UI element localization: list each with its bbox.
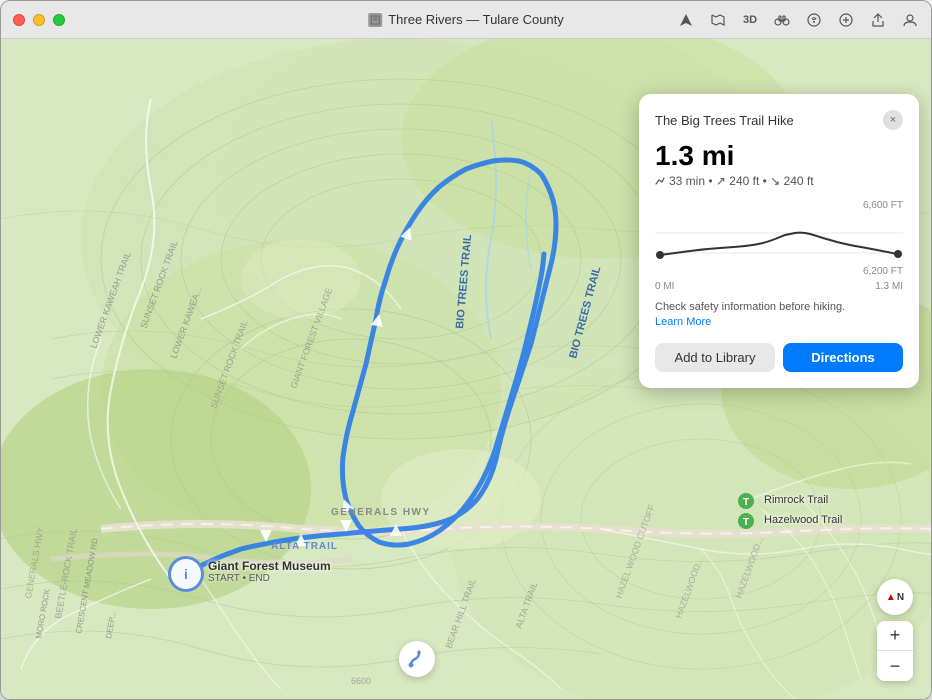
minimize-button[interactable] <box>33 14 45 26</box>
zoom-controls: + − <box>877 621 913 681</box>
hazelwood-trail-label[interactable]: Hazelwood Trail <box>764 514 842 526</box>
trail-info-card: The Big Trees Trail Hike × 1.3 mi 33 min… <box>639 94 919 388</box>
trail-stats: 33 min • ↗ 240 ft • ↘ 240 ft <box>655 174 903 188</box>
svg-text:T: T <box>743 517 749 528</box>
learn-more-link[interactable]: Learn More <box>655 316 711 328</box>
traffic-lights <box>13 14 65 26</box>
card-header: The Big Trees Trail Hike × <box>655 110 903 130</box>
zoom-out-button[interactable]: − <box>877 651 913 681</box>
titlebar-actions: 3D <box>677 11 919 29</box>
rimrock-trail-label[interactable]: Rimrock Trail <box>764 494 828 506</box>
zoom-in-button[interactable]: + <box>877 621 913 651</box>
svg-text:6600: 6600 <box>351 676 371 686</box>
titlebar: Three Rivers — Tulare County 3D <box>1 1 931 39</box>
trail-distance: 1.3 mi <box>655 140 903 172</box>
poi-subtitle: START • END <box>208 573 331 584</box>
elevation-svg <box>655 213 903 268</box>
close-button[interactable] <box>13 14 25 26</box>
add-to-library-button[interactable]: Add to Library <box>655 343 775 372</box>
map-icon[interactable] <box>709 11 727 29</box>
svg-text:i: i <box>184 566 188 582</box>
rimrock-name: Rimrock Trail <box>764 494 828 506</box>
compass-button[interactable]: ▲ N <box>877 579 913 615</box>
poi-name: Giant Forest Museum <box>208 559 331 573</box>
distance-end: 1.3 MI <box>875 281 903 292</box>
svg-text:T: T <box>743 497 749 508</box>
svg-text:ALTA TRAIL: ALTA TRAIL <box>271 541 338 552</box>
route-svg <box>407 649 427 669</box>
route-icon[interactable] <box>399 641 435 677</box>
binoculars-icon[interactable] <box>773 11 791 29</box>
card-close-button[interactable]: × <box>883 110 903 130</box>
add-icon[interactable] <box>837 11 855 29</box>
card-title: The Big Trees Trail Hike <box>655 113 794 128</box>
3d-icon[interactable]: 3D <box>741 11 759 29</box>
doc-icon <box>368 13 382 27</box>
distance-labels: 0 MI 1.3 MI <box>655 281 903 292</box>
window-title: Three Rivers — Tulare County <box>388 12 564 27</box>
safety-text: Check safety information before hiking. … <box>655 300 903 331</box>
share-icon[interactable] <box>869 11 887 29</box>
rating-icon[interactable] <box>805 11 823 29</box>
map-controls: ▲ N + − <box>877 579 913 681</box>
person-icon[interactable] <box>901 11 919 29</box>
distance-start: 0 MI <box>655 281 674 292</box>
navigation-icon[interactable] <box>677 11 695 29</box>
app-window: Three Rivers — Tulare County 3D <box>0 0 932 700</box>
elevation-label-high: 6,600 FT <box>655 200 903 211</box>
svg-text:GENERALS HWY: GENERALS HWY <box>331 507 431 518</box>
directions-button[interactable]: Directions <box>783 343 903 372</box>
elevation-chart-container: 6,600 FT 6,200 FT <box>655 200 903 277</box>
map-container[interactable]: BIO TREES TRAIL BIO TREES TRAIL GENERALS… <box>1 39 932 700</box>
giant-forest-museum-label[interactable]: Giant Forest Museum START • END <box>208 559 331 584</box>
card-actions: Add to Library Directions <box>655 343 903 372</box>
hazelwood-name: Hazelwood Trail <box>764 514 842 526</box>
stats-icon <box>655 176 665 186</box>
titlebar-center: Three Rivers — Tulare County <box>368 12 564 27</box>
elevation-chart <box>655 213 903 268</box>
maximize-button[interactable] <box>53 14 65 26</box>
